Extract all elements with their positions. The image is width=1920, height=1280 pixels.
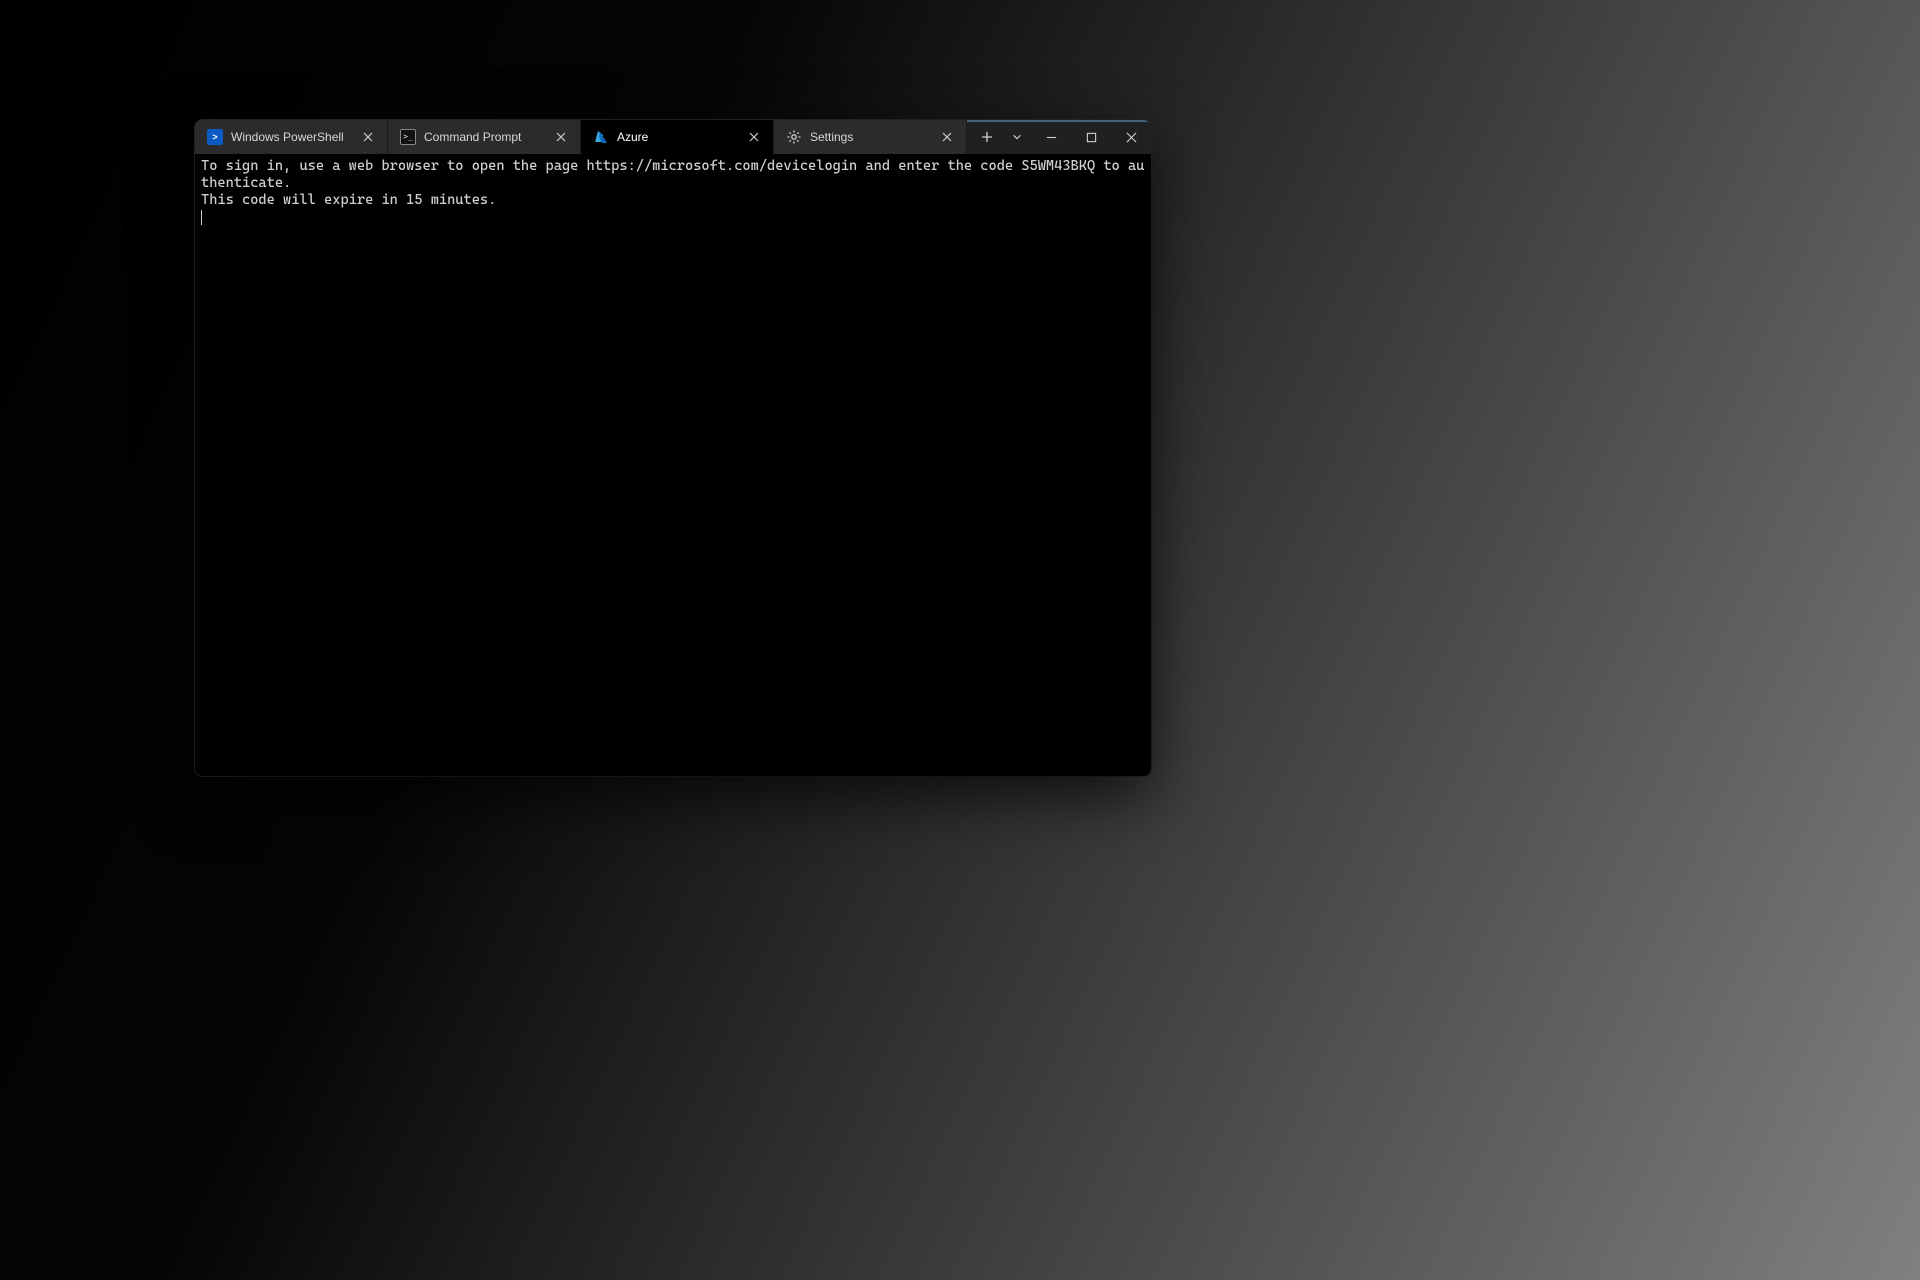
window-controls xyxy=(1031,120,1151,154)
close-icon xyxy=(749,132,759,142)
tab-label: Azure xyxy=(617,130,737,144)
tab-strip: > Windows PowerShell Command Prompt xyxy=(195,120,967,154)
tab-label: Command Prompt xyxy=(424,130,544,144)
tab-label: Windows PowerShell xyxy=(231,130,351,144)
text-cursor xyxy=(201,210,202,225)
terminal-window: > Windows PowerShell Command Prompt xyxy=(195,120,1151,776)
tab-settings[interactable]: Settings xyxy=(774,120,967,154)
tab-label: Settings xyxy=(810,130,930,144)
maximize-button[interactable] xyxy=(1071,120,1111,154)
close-icon xyxy=(556,132,566,142)
powershell-icon: > xyxy=(207,129,223,145)
close-icon xyxy=(1126,132,1137,143)
gear-icon xyxy=(786,129,802,145)
new-tab-button[interactable] xyxy=(973,123,1001,151)
minimize-icon xyxy=(1046,132,1057,143)
terminal-pane[interactable]: To sign in, use a web browser to open th… xyxy=(195,154,1151,776)
tab-azure[interactable]: Azure xyxy=(581,120,774,154)
close-icon xyxy=(363,132,373,142)
terminal-line: To sign in, use a web browser to open th… xyxy=(201,158,1144,191)
close-icon xyxy=(942,132,952,142)
maximize-icon xyxy=(1086,132,1097,143)
tab-close-button[interactable] xyxy=(359,128,377,146)
chevron-down-icon xyxy=(1012,132,1022,142)
terminal-line: This code will expire in 15 minutes. xyxy=(201,192,496,208)
tab-powershell[interactable]: > Windows PowerShell xyxy=(195,120,388,154)
tab-dropdown-button[interactable] xyxy=(1003,123,1031,151)
tab-close-button[interactable] xyxy=(552,128,570,146)
cmd-icon xyxy=(400,129,416,145)
plus-icon xyxy=(981,131,993,143)
title-bar[interactable]: > Windows PowerShell Command Prompt xyxy=(195,120,1151,154)
tab-close-button[interactable] xyxy=(938,128,956,146)
tab-close-button[interactable] xyxy=(745,128,763,146)
tab-cmd[interactable]: Command Prompt xyxy=(388,120,581,154)
window-close-button[interactable] xyxy=(1111,120,1151,154)
azure-icon xyxy=(593,129,609,145)
tab-actions xyxy=(967,120,1031,154)
minimize-button[interactable] xyxy=(1031,120,1071,154)
